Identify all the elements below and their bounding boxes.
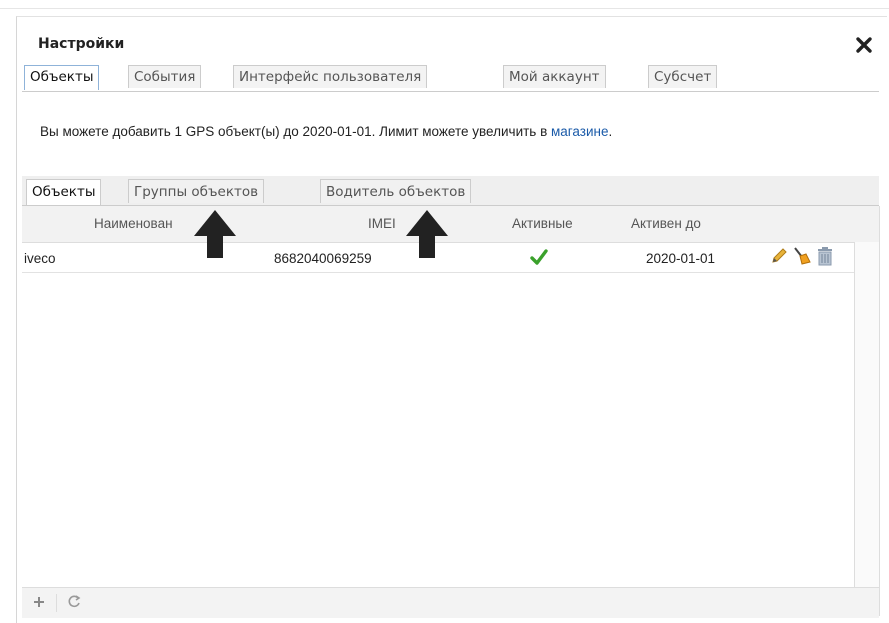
toolbar-divider bbox=[56, 594, 57, 612]
header-active[interactable]: Активные bbox=[512, 216, 573, 231]
trash-icon[interactable] bbox=[816, 246, 834, 270]
objects-table: Наименован IMEI Активные Активен до ivec… bbox=[22, 206, 880, 618]
table-toolbar bbox=[22, 587, 879, 618]
settings-tabs: Объекты События Интерфейс пользователя М… bbox=[22, 63, 879, 92]
dialog-title: Настройки bbox=[38, 36, 125, 52]
shop-link[interactable]: магазине bbox=[551, 124, 608, 139]
annotation-arrow-up-icon bbox=[190, 208, 240, 260]
subtab-object-groups[interactable]: Группы объектов bbox=[128, 179, 265, 203]
table-scrollbar[interactable] bbox=[854, 242, 879, 587]
limit-notice-suffix: . bbox=[608, 124, 613, 139]
check-icon bbox=[530, 249, 548, 269]
tab-my-account[interactable]: Мой аккаунт bbox=[503, 65, 606, 88]
annotation-arrow-up-icon bbox=[402, 208, 452, 260]
row-name: iveco bbox=[24, 251, 56, 266]
refresh-icon[interactable] bbox=[66, 594, 82, 614]
header-imei[interactable]: IMEI bbox=[368, 216, 396, 231]
tab-events[interactable]: События bbox=[128, 65, 202, 88]
row-imei: 8682040069259 bbox=[274, 251, 372, 266]
row-active-until: 2020-01-01 bbox=[646, 251, 716, 266]
subtab-object-drivers[interactable]: Водитель объектов bbox=[320, 179, 472, 203]
header-name[interactable]: Наименован bbox=[94, 216, 173, 231]
page-top-border bbox=[0, 0, 889, 9]
object-subtabs: Объекты Группы объектов Водитель объекто… bbox=[22, 176, 879, 206]
close-icon[interactable] bbox=[855, 36, 873, 54]
tab-user-interface[interactable]: Интерфейс пользователя bbox=[233, 65, 428, 88]
header-active-until[interactable]: Активен до bbox=[631, 216, 701, 231]
limit-notice-text: Вы можете добавить 1 GPS объект(ы) до 20… bbox=[40, 124, 551, 139]
subtab-objects[interactable]: Объекты bbox=[26, 179, 102, 205]
plus-icon[interactable] bbox=[32, 594, 46, 613]
tab-subaccount[interactable]: Субсчет bbox=[648, 65, 718, 88]
tab-objects[interactable]: Объекты bbox=[24, 65, 100, 90]
limit-notice: Вы можете добавить 1 GPS объект(ы) до 20… bbox=[40, 124, 612, 139]
pencil-icon[interactable] bbox=[770, 247, 788, 269]
broom-icon[interactable] bbox=[792, 246, 812, 270]
